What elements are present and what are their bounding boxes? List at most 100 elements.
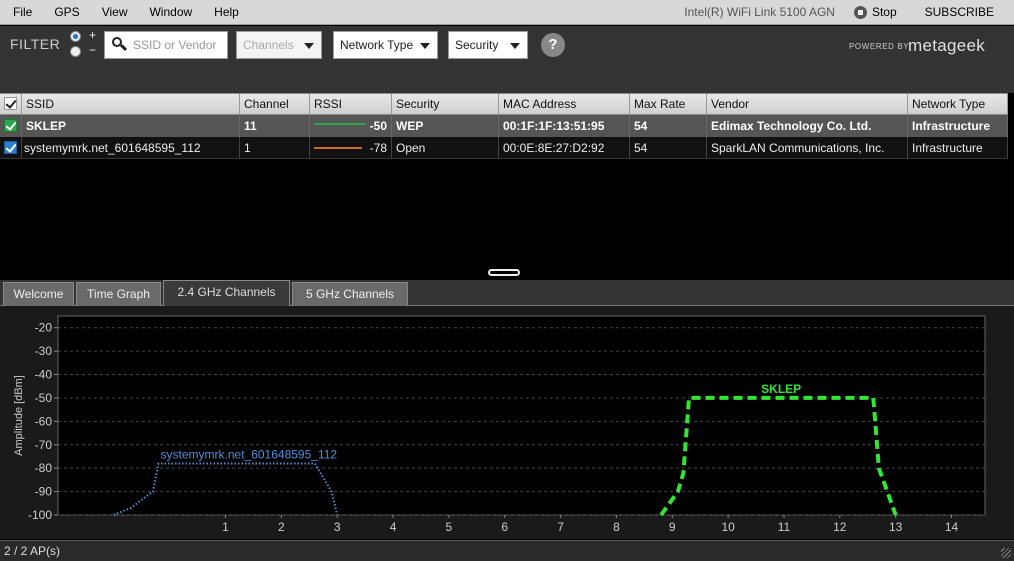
row-checkbox[interactable] bbox=[4, 119, 17, 132]
resize-grip[interactable] bbox=[1001, 548, 1011, 558]
row-checkbox-cell bbox=[0, 137, 22, 158]
x-tick-label: 1 bbox=[222, 520, 229, 534]
subscribe-link[interactable]: SUBSCRIBE bbox=[925, 5, 994, 19]
cell-max-rate: 54 bbox=[630, 137, 707, 158]
menu-view[interactable]: View bbox=[91, 0, 139, 25]
select-all-checkbox[interactable] bbox=[4, 97, 17, 110]
menu-help[interactable]: Help bbox=[203, 0, 250, 25]
x-tick-label: 6 bbox=[501, 520, 508, 534]
x-tick-label: 14 bbox=[945, 520, 959, 534]
cell-vendor: SparkLAN Communications, Inc. bbox=[707, 137, 908, 158]
stop-label: Stop bbox=[871, 5, 897, 19]
x-tick-label: 5 bbox=[446, 520, 453, 534]
series-label: systemymrk.net_601648595_112 bbox=[161, 447, 338, 461]
stop-button[interactable]: Stop bbox=[853, 5, 897, 19]
minus-label: − bbox=[89, 43, 97, 57]
search-input[interactable] bbox=[133, 38, 227, 52]
y-tick-label: -30 bbox=[35, 344, 53, 358]
tab-time-graph[interactable]: Time Graph bbox=[76, 282, 161, 306]
cell-mac-address: 00:1F:1F:13:51:95 bbox=[499, 115, 630, 137]
panel-splitter-handle[interactable] bbox=[488, 269, 520, 276]
security-dropdown[interactable]: Security bbox=[448, 31, 528, 59]
x-tick-label: 9 bbox=[669, 520, 676, 534]
cell-security: Open bbox=[392, 137, 499, 158]
network-table: SSID Channel RSSI Security MAC Address M… bbox=[0, 93, 1008, 159]
channel-amplitude-chart: -20-30-40-50-60-70-80-90-1001 2 3 4 5 6 7 8 9 10 1… bbox=[13, 315, 986, 534]
network-type-dropdown[interactable]: Network Type bbox=[333, 31, 438, 59]
y-tick-label: -90 bbox=[35, 485, 53, 499]
plot-area bbox=[57, 315, 986, 516]
x-tick-label: 11 bbox=[778, 520, 791, 534]
search-icon bbox=[112, 37, 128, 53]
column-vendor[interactable]: Vendor bbox=[707, 94, 908, 114]
channel-chart-panel: -20 -30 -40 -50 -60 -70 -80 -90 -100 1 2 3 4 5 6 7 8 9 10 1… bbox=[0, 306, 1014, 539]
cell-max-rate: 54 bbox=[630, 115, 707, 137]
filter-include-radio[interactable] bbox=[70, 31, 81, 42]
menu-window[interactable]: Window bbox=[138, 0, 203, 25]
table-header: SSID Channel RSSI Security MAC Address M… bbox=[0, 93, 1008, 115]
cell-ssid: SKLEP bbox=[22, 115, 240, 137]
cell-rssi: -78 bbox=[310, 137, 392, 158]
column-network-type[interactable]: Network Type bbox=[908, 94, 1008, 114]
powered-by-label: POWERED BY bbox=[849, 42, 910, 51]
x-tick-label: 7 bbox=[557, 520, 564, 534]
cell-security: WEP bbox=[392, 115, 499, 137]
cell-channel: 1 bbox=[240, 137, 310, 158]
tab-2-4-ghz-channels[interactable]: 2.4 GHz Channels bbox=[163, 280, 290, 307]
cell-network-type: Infrastructure bbox=[908, 115, 1008, 137]
toolbar-strip bbox=[0, 66, 1014, 93]
rssi-sparkline bbox=[314, 123, 366, 125]
security-dropdown-label: Security bbox=[455, 38, 499, 52]
y-tick-label: -70 bbox=[35, 438, 53, 452]
select-all-cell bbox=[0, 94, 22, 114]
adapter-selector[interactable]: Intel(R) WiFi Link 5100 AGN bbox=[684, 5, 835, 19]
y-tick-label: -40 bbox=[35, 368, 53, 382]
cell-vendor: Edimax Technology Co. Ltd. bbox=[707, 115, 908, 137]
column-security[interactable]: Security bbox=[392, 94, 499, 114]
x-tick-label: 8 bbox=[613, 520, 620, 534]
rssi-value: -78 bbox=[369, 141, 387, 155]
channels-dropdown[interactable]: Channels bbox=[236, 31, 322, 59]
tab-bar: Welcome Time Graph 2.4 GHz Channels 5 GH… bbox=[0, 280, 1014, 307]
y-tick-label: -100 bbox=[28, 508, 52, 522]
table-row[interactable]: SKLEP 11 -50 WEP 00:1F:1F:13:51:95 54 Ed… bbox=[0, 115, 1008, 137]
ap-count: 2 / 2 AP(s) bbox=[4, 544, 61, 558]
column-ssid[interactable]: SSID bbox=[22, 94, 240, 114]
x-tick-label: 3 bbox=[334, 520, 341, 534]
x-tick-label: 10 bbox=[721, 520, 735, 534]
filter-exclude-radio[interactable] bbox=[70, 46, 81, 57]
y-tick-label: -50 bbox=[35, 391, 53, 405]
x-tick-label: 12 bbox=[833, 520, 847, 534]
y-axis-label: Amplitude [dBm] bbox=[13, 375, 25, 456]
cell-ssid: systemymrk.net_601648595_112 bbox=[22, 137, 240, 158]
column-max-rate[interactable]: Max Rate bbox=[630, 94, 707, 114]
chevron-down-icon bbox=[510, 43, 520, 49]
chevron-down-icon bbox=[304, 43, 314, 49]
rssi-sparkline bbox=[314, 147, 362, 149]
row-checkbox[interactable] bbox=[4, 141, 17, 154]
network-type-dropdown-label: Network Type bbox=[340, 38, 414, 52]
status-bar: 2 / 2 AP(s) bbox=[0, 540, 1014, 561]
tab-5-ghz-channels[interactable]: 5 GHz Channels bbox=[292, 282, 408, 306]
menu-bar: File GPS View Window Help Intel(R) WiFi … bbox=[0, 0, 1014, 25]
cell-network-type: Infrastructure bbox=[908, 137, 1008, 158]
tab-welcome[interactable]: Welcome bbox=[3, 282, 74, 306]
plus-label: + bbox=[89, 28, 97, 42]
x-tick-label: 2 bbox=[278, 520, 285, 534]
menu-file[interactable]: File bbox=[0, 0, 43, 25]
y-tick-label: -80 bbox=[35, 461, 53, 475]
help-button[interactable]: ? bbox=[541, 33, 565, 57]
metageek-logo[interactable]: metageek bbox=[908, 36, 985, 56]
table-row[interactable]: systemymrk.net_601648595_112 1 -78 Open … bbox=[0, 137, 1008, 159]
channels-dropdown-label: Channels bbox=[243, 38, 294, 52]
row-checkbox-cell bbox=[0, 115, 22, 137]
y-tick-label: -60 bbox=[35, 414, 53, 428]
column-channel[interactable]: Channel bbox=[240, 94, 310, 114]
cell-mac-address: 00:0E:8E:27:D2:92 bbox=[499, 137, 630, 158]
column-mac-address[interactable]: MAC Address bbox=[499, 94, 630, 114]
x-tick-label: 4 bbox=[390, 520, 397, 534]
y-tick-label: -20 bbox=[35, 321, 53, 335]
column-rssi[interactable]: RSSI bbox=[310, 94, 392, 114]
menu-gps[interactable]: GPS bbox=[43, 0, 90, 25]
rssi-value: -50 bbox=[369, 119, 387, 133]
